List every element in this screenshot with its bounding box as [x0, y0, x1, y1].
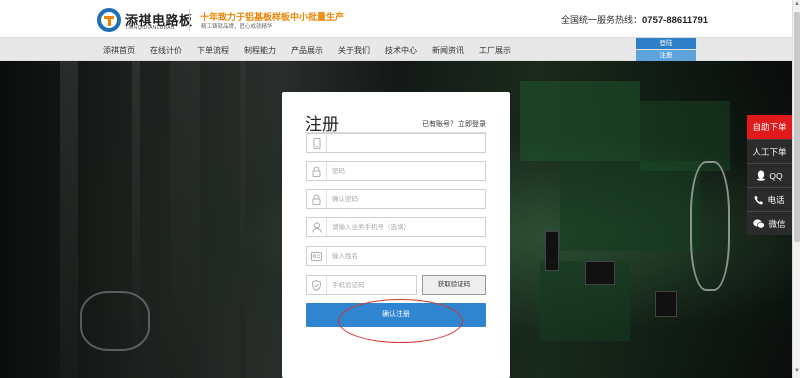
register-button[interactable]: 注册 — [636, 50, 696, 61]
side-phone[interactable]: 电话 — [747, 187, 792, 211]
has-account-text: 已有账号？ — [422, 121, 457, 128]
logo-icon[interactable] — [97, 8, 121, 32]
hotline: 全国统一服务热线：0757-88611791 — [561, 13, 708, 26]
sms-code-input[interactable] — [332, 278, 414, 292]
login-link[interactable]: 立即登录 — [458, 119, 486, 129]
page-scrollbar[interactable]: ▲ ▼ — [792, 0, 800, 378]
side-qq[interactable]: QQ — [747, 163, 792, 187]
scroll-up-icon[interactable]: ▲ — [794, 1, 800, 7]
password-field[interactable] — [306, 161, 486, 181]
nav-item-about[interactable]: 关于我们 — [338, 45, 370, 56]
nav-item-tech[interactable]: 技术中心 — [385, 45, 417, 56]
sms-code-field[interactable] — [306, 275, 417, 295]
name-input[interactable] — [332, 249, 482, 263]
lock-icon — [307, 162, 327, 180]
side-self-order-label: 自助下单 — [752, 122, 787, 132]
hotline-label: 全国统一服务热线： — [561, 15, 643, 25]
site-header: 添祺电路板 TIANQIDIANLUBAN 十年致力于铝基板样板中小批量生产 精… — [0, 0, 792, 37]
side-manual-order-label: 人工下单 — [752, 146, 787, 157]
register-card: 注册 已有账号？ 立即登录 获取验 — [282, 92, 510, 378]
nav-item-home[interactable]: 添祺首页 — [103, 45, 135, 56]
nav-item-quote[interactable]: 在线计价 — [150, 45, 182, 56]
header-divider — [189, 9, 190, 31]
qq-icon — [756, 170, 766, 181]
side-wechat-label: 微信 — [768, 218, 786, 229]
phone-input[interactable] — [332, 136, 482, 150]
side-wechat[interactable]: 微信 — [747, 211, 792, 235]
subslogan: 精工铸就品牌，匠心成就精华 — [201, 24, 273, 30]
password-input[interactable] — [332, 164, 482, 178]
brand-pinyin: TIANQIDIANLUBAN — [125, 25, 175, 31]
login-button[interactable]: 登陆 — [636, 38, 696, 49]
confirm-password-input[interactable] — [332, 192, 482, 206]
name-field[interactable] — [306, 246, 486, 266]
user-icon — [307, 218, 327, 236]
nav-item-order-process[interactable]: 下单流程 — [197, 45, 229, 56]
scroll-thumb[interactable] — [794, 12, 800, 242]
nav-item-products[interactable]: 产品展示 — [291, 45, 323, 56]
confirm-register-button[interactable]: 确认注册 — [306, 303, 486, 327]
shield-icon — [307, 276, 327, 294]
side-qq-label: QQ — [769, 170, 783, 181]
phone-field[interactable] — [306, 133, 486, 153]
side-self-order[interactable]: 自助下单 — [747, 115, 792, 139]
nav-item-news[interactable]: 新闻资讯 — [432, 45, 464, 56]
hotline-number: 0757-88611791 — [642, 15, 709, 26]
side-manual-order[interactable]: 人工下单 — [747, 139, 792, 163]
business-phone-field[interactable] — [306, 217, 486, 237]
nav-item-factory[interactable]: 工厂展示 — [479, 45, 511, 56]
scroll-down-icon[interactable]: ▼ — [794, 368, 800, 374]
get-sms-code-button[interactable]: 获取验证码 — [422, 275, 486, 295]
id-card-icon — [307, 247, 327, 265]
nav-item-capability[interactable]: 制程能力 — [244, 45, 276, 56]
lock-icon — [307, 190, 327, 208]
confirm-password-field[interactable] — [306, 189, 486, 209]
phone-icon — [307, 134, 327, 152]
business-phone-input[interactable] — [332, 220, 482, 234]
side-phone-label: 电话 — [767, 194, 785, 205]
wechat-icon — [753, 219, 766, 229]
phone-icon — [754, 195, 764, 205]
